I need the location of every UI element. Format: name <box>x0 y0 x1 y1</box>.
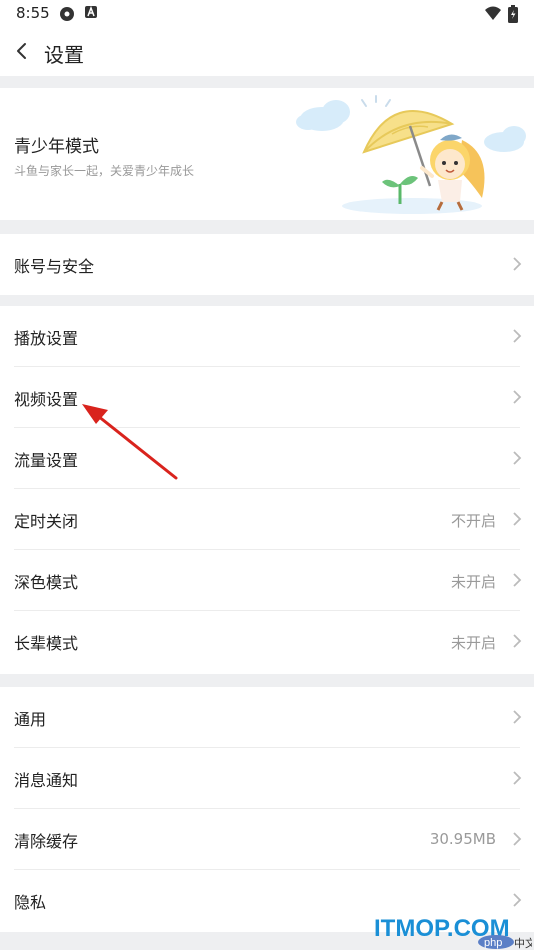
chevron-right-icon <box>513 329 522 343</box>
battery-icon <box>508 5 518 23</box>
row-label: 视频设置 <box>14 390 79 409</box>
row-value: 30.95MB <box>429 830 496 848</box>
title-bar: 设置 <box>0 28 534 76</box>
row-label: 隐私 <box>14 893 47 912</box>
chevron-right-icon <box>513 771 522 785</box>
chevron-right-icon <box>513 451 522 465</box>
wifi-icon <box>485 6 501 20</box>
status-time: 8:55 <box>16 4 50 22</box>
dark-mode-row[interactable]: 深色模式 未开启 <box>0 550 534 611</box>
row-label: 消息通知 <box>14 771 79 790</box>
video-settings-row[interactable]: 视频设置 <box>0 367 534 428</box>
settings-gear-status-icon <box>60 7 74 21</box>
watermark-php: php <box>484 937 502 949</box>
chevron-right-icon <box>513 257 522 271</box>
notifications-row[interactable]: 消息通知 <box>0 748 534 809</box>
page-title: 设置 <box>44 43 84 67</box>
status-bar: 8:55 <box>0 0 534 28</box>
row-value: 不开启 <box>450 512 496 530</box>
chevron-right-icon <box>513 634 522 648</box>
row-label: 播放设置 <box>14 329 79 348</box>
row-label: 长辈模式 <box>14 634 79 653</box>
row-value: 未开启 <box>450 573 496 591</box>
settings-group-general: 通用 消息通知 清除缓存 30.95MB 隐私 <box>0 687 534 932</box>
youth-mode-subtitle: 斗鱼与家长一起，关爱青少年成长 <box>14 164 195 178</box>
back-arrow-icon[interactable] <box>12 40 34 62</box>
general-row[interactable]: 通用 <box>0 687 534 748</box>
chevron-right-icon <box>513 573 522 587</box>
chevron-right-icon <box>513 390 522 404</box>
site-watermark-logo: ITMOP.COM php 中文网 <box>374 915 532 950</box>
settings-group-playback: 播放设置 视频设置 流量设置 定时关闭 不开启 深色模式 未开启 长辈模式 未开… <box>0 306 534 674</box>
youth-mascot-illustration <box>296 95 526 214</box>
account-security-label: 账号与安全 <box>14 257 95 276</box>
traffic-settings-row[interactable]: 流量设置 <box>0 428 534 489</box>
sleep-timer-row[interactable]: 定时关闭 不开启 <box>0 489 534 550</box>
row-label: 定时关闭 <box>14 512 79 531</box>
watermark-cn: 中文网 <box>514 936 532 950</box>
row-value: 未开启 <box>450 634 496 652</box>
youth-mode-card[interactable]: 青少年模式 斗鱼与家长一起，关爱青少年成长 <box>0 88 534 220</box>
row-label: 通用 <box>14 710 47 729</box>
chevron-right-icon <box>513 893 522 907</box>
elder-mode-row[interactable]: 长辈模式 未开启 <box>0 611 534 672</box>
playback-settings-row[interactable]: 播放设置 <box>0 306 534 367</box>
chevron-right-icon <box>513 512 522 526</box>
clear-cache-row[interactable]: 清除缓存 30.95MB <box>0 809 534 870</box>
row-label: 深色模式 <box>14 573 79 592</box>
youth-mode-title: 青少年模式 <box>14 137 99 157</box>
account-security-row[interactable]: 账号与安全 <box>0 234 534 295</box>
chevron-right-icon <box>513 832 522 846</box>
notification-a-icon <box>85 5 97 18</box>
chevron-right-icon <box>513 710 522 724</box>
row-label: 流量设置 <box>14 451 79 470</box>
row-label: 清除缓存 <box>14 832 79 851</box>
